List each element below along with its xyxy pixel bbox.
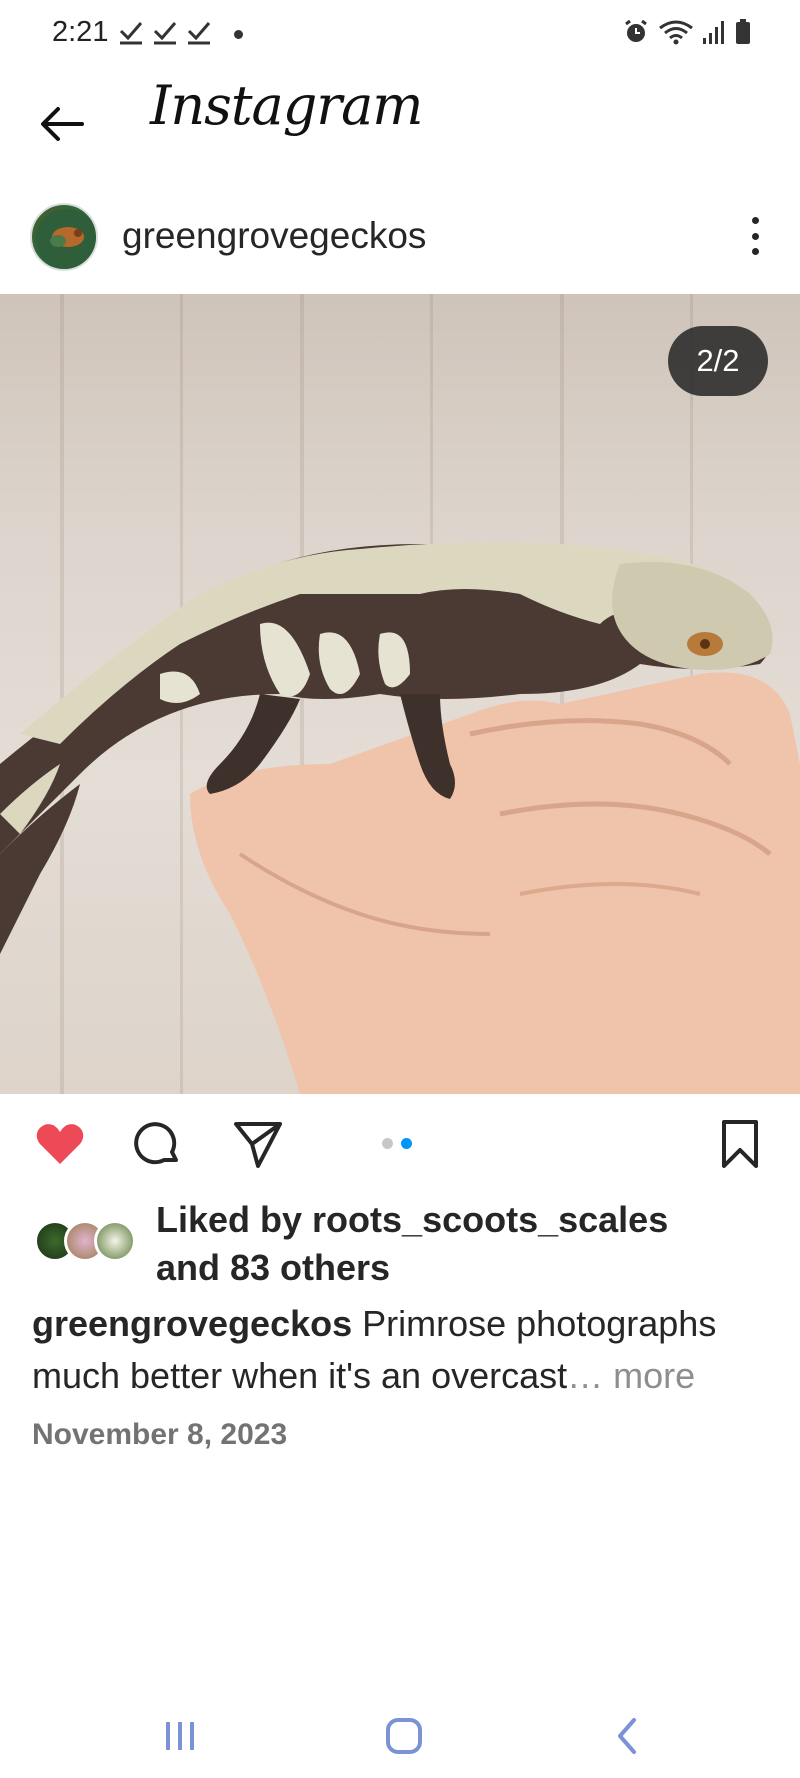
post-header: greengrovegeckos [0, 195, 800, 280]
share-icon[interactable] [230, 1116, 286, 1172]
status-bar: 2:21 [0, 0, 800, 70]
avatar-logo [36, 209, 96, 269]
app-title: Instagram [150, 74, 423, 137]
post-photo[interactable]: 2/2 [0, 294, 800, 1094]
gecko-photo [0, 294, 800, 1094]
avatar [94, 1220, 136, 1262]
recents-icon[interactable] [152, 1708, 208, 1764]
caption-text-line-2: much better when it's an overcast [32, 1355, 568, 1396]
post-username[interactable]: greengrovegeckos [122, 215, 426, 257]
likes-line-1: Liked by roots_scoots_scales [156, 1199, 669, 1240]
app-header: Instagram [0, 70, 800, 175]
avatar[interactable] [30, 203, 98, 271]
comment-icon[interactable] [130, 1116, 186, 1172]
system-nav-bar [0, 1690, 800, 1778]
action-bar [0, 1108, 800, 1178]
carousel-dots [382, 1138, 412, 1149]
liker-avatars[interactable] [34, 1220, 144, 1264]
more-vertical-icon [751, 248, 759, 255]
alarm-icon [625, 19, 647, 42]
caption-more-link[interactable]: … more [567, 1355, 695, 1396]
post-caption: greengrovegeckos Primrose photographs mu… [32, 1298, 782, 1402]
battery-icon [736, 19, 750, 44]
carousel-dot [382, 1138, 393, 1149]
status-notifications [118, 18, 212, 46]
signal-icon [703, 21, 724, 44]
bookmark-icon[interactable] [712, 1116, 768, 1172]
check-icon [187, 22, 211, 45]
back-arrow-icon[interactable] [34, 96, 90, 152]
photo-counter-badge: 2/2 [668, 326, 768, 396]
check-icon [119, 22, 143, 45]
home-icon[interactable] [376, 1708, 432, 1764]
back-nav-icon[interactable] [600, 1708, 656, 1764]
carousel-dot-active [401, 1138, 412, 1149]
caption-username[interactable]: greengrovegeckos [32, 1303, 352, 1344]
heart-icon[interactable] [32, 1116, 88, 1172]
dot-icon [234, 30, 243, 39]
likes-row: Liked by roots_scoots_scales and 83 othe… [0, 1196, 800, 1296]
status-time: 2:21 [52, 16, 109, 48]
status-system-icons [622, 18, 752, 46]
wifi-icon [659, 20, 693, 45]
caption-text-line-1: Primrose photographs [352, 1303, 717, 1344]
likes-line-2: and 83 others [156, 1247, 391, 1288]
more-options-button[interactable] [740, 211, 770, 261]
more-vertical-icon [751, 217, 759, 224]
check-icon [153, 22, 177, 45]
more-vertical-icon [751, 232, 759, 240]
likes-text[interactable]: Liked by roots_scoots_scales and 83 othe… [156, 1196, 668, 1292]
post-date: November 8, 2023 [32, 1418, 288, 1451]
